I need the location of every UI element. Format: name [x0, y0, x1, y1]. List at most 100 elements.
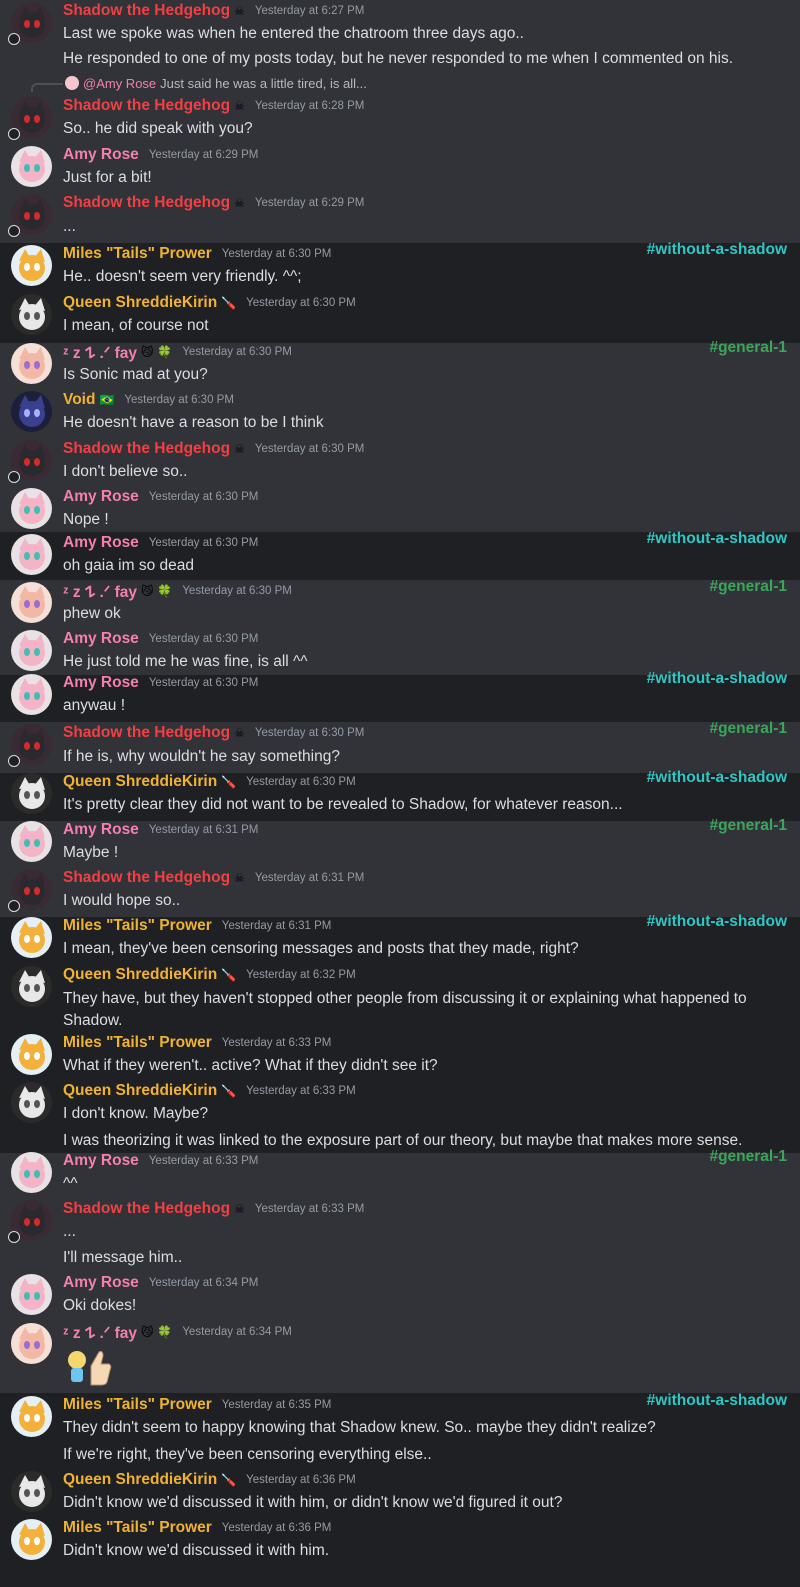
reply-preview[interactable]: @Amy Rose Just said he was a little tired…: [65, 74, 367, 92]
username[interactable]: Miles "Tails" Prower: [63, 1396, 212, 1414]
username[interactable]: Amy Rose: [63, 534, 139, 552]
timestamp[interactable]: Yesterday at 6:30 PM: [222, 248, 332, 260]
user-avatar[interactable]: [11, 582, 52, 623]
user-avatar[interactable]: [11, 343, 52, 384]
username[interactable]: Shadow the Hedgehog: [63, 724, 230, 742]
username[interactable]: Shadow the Hedgehog: [63, 440, 230, 458]
username[interactable]: ᶻ z 𐰁 .ᐟ fay: [63, 580, 137, 602]
username[interactable]: Shadow the Hedgehog: [63, 869, 230, 887]
username[interactable]: Miles "Tails" Prower: [63, 1034, 212, 1052]
user-avatar[interactable]: [11, 294, 52, 335]
user-avatar[interactable]: [11, 1396, 52, 1437]
timestamp[interactable]: Yesterday at 6:29 PM: [149, 149, 259, 161]
timestamp[interactable]: Yesterday at 6:36 PM: [222, 1522, 332, 1534]
user-avatar[interactable]: [11, 966, 52, 1007]
timestamp[interactable]: Yesterday at 6:30 PM: [149, 633, 259, 645]
timestamp[interactable]: Yesterday at 6:34 PM: [182, 1326, 292, 1338]
channel-link[interactable]: #without-a-shadow: [647, 241, 787, 259]
username[interactable]: Miles "Tails" Prower: [63, 917, 212, 935]
username[interactable]: Amy Rose: [63, 630, 139, 648]
user-avatar[interactable]: [11, 821, 52, 862]
timestamp[interactable]: Yesterday at 6:33 PM: [222, 1037, 332, 1049]
channel-link[interactable]: #without-a-shadow: [647, 913, 787, 931]
channel-link[interactable]: #general-1: [709, 578, 787, 596]
username[interactable]: Void: [63, 391, 95, 409]
username[interactable]: Amy Rose: [63, 488, 139, 506]
username[interactable]: Shadow the Hedgehog: [63, 2, 230, 20]
username[interactable]: Amy Rose: [63, 146, 139, 164]
timestamp[interactable]: Yesterday at 6:31 PM: [255, 872, 365, 884]
timestamp[interactable]: Yesterday at 6:30 PM: [149, 677, 259, 689]
username[interactable]: Queen ShreddieKirin: [63, 1082, 217, 1100]
channel-link[interactable]: #general-1: [709, 817, 787, 835]
timestamp[interactable]: Yesterday at 6:30 PM: [246, 297, 356, 309]
user-avatar[interactable]: [11, 1519, 52, 1560]
user-avatar[interactable]: [11, 630, 52, 671]
user-avatar[interactable]: [11, 1323, 52, 1364]
timestamp[interactable]: Yesterday at 6:33 PM: [149, 1155, 259, 1167]
timestamp[interactable]: Yesterday at 6:30 PM: [149, 537, 259, 549]
timestamp[interactable]: Yesterday at 6:33 PM: [246, 1085, 356, 1097]
username[interactable]: ᶻ z 𐰁 .ᐟ fay: [63, 341, 137, 363]
timestamp[interactable]: Yesterday at 6:30 PM: [182, 585, 292, 597]
timestamp[interactable]: Yesterday at 6:27 PM: [255, 5, 365, 17]
username[interactable]: Shadow the Hedgehog: [63, 97, 230, 115]
timestamp[interactable]: Yesterday at 6:31 PM: [222, 920, 332, 932]
user-avatar[interactable]: [11, 1274, 52, 1315]
username[interactable]: Amy Rose: [63, 1152, 139, 1170]
channel-link[interactable]: #general-1: [709, 339, 787, 357]
username[interactable]: Queen ShreddieKirin: [63, 773, 217, 791]
user-avatar[interactable]: [11, 917, 52, 958]
channel-link[interactable]: #without-a-shadow: [647, 530, 787, 548]
timestamp[interactable]: Yesterday at 6:33 PM: [255, 1203, 365, 1215]
message-text: What if they weren't.. active? What if t…: [63, 1057, 438, 1074]
timestamp[interactable]: Yesterday at 6:31 PM: [149, 824, 259, 836]
timestamp[interactable]: Yesterday at 6:30 PM: [149, 491, 259, 503]
timestamp[interactable]: Yesterday at 6:36 PM: [246, 1474, 356, 1486]
message-header: Amy Rose Yesterday at 6:31 PM: [63, 820, 258, 840]
channel-link[interactable]: #without-a-shadow: [647, 670, 787, 688]
username[interactable]: Queen ShreddieKirin: [63, 1471, 217, 1489]
username[interactable]: Miles "Tails" Prower: [63, 1519, 212, 1537]
user-avatar[interactable]: [11, 1471, 52, 1512]
timestamp[interactable]: Yesterday at 6:30 PM: [246, 776, 356, 788]
channel-link[interactable]: #general-1: [709, 720, 787, 738]
username[interactable]: Amy Rose: [63, 1274, 139, 1292]
username[interactable]: Shadow the Hedgehog: [63, 1200, 230, 1218]
user-avatar[interactable]: [11, 391, 52, 432]
message-text: I was theorizing it was linked to the ex…: [63, 1132, 743, 1149]
user-avatar[interactable]: [11, 245, 52, 286]
chat-log: Shadow the Hedgehog ☠ Yesterday at 6:27 PM…: [0, 0, 800, 1587]
channel-link[interactable]: #without-a-shadow: [647, 769, 787, 787]
username[interactable]: ᶻ z 𐰁 .ᐟ fay: [63, 1321, 137, 1343]
message-text: Maybe !: [63, 844, 119, 861]
user-avatar[interactable]: [11, 1082, 52, 1123]
timestamp[interactable]: Yesterday at 6:32 PM: [246, 969, 356, 981]
channel-link[interactable]: #without-a-shadow: [647, 1392, 787, 1410]
timestamp[interactable]: Yesterday at 6:35 PM: [222, 1399, 332, 1411]
username[interactable]: Queen ShreddieKirin: [63, 966, 217, 984]
user-avatar[interactable]: [11, 1034, 52, 1075]
channel-link[interactable]: #general-1: [709, 1148, 787, 1166]
username[interactable]: Amy Rose: [63, 821, 139, 839]
message-text: He.. doesn't seem very friendly. ^^;: [63, 268, 302, 285]
timestamp[interactable]: Yesterday at 6:30 PM: [124, 394, 234, 406]
user-avatar[interactable]: [11, 534, 52, 575]
timestamp[interactable]: Yesterday at 6:30 PM: [182, 346, 292, 358]
user-avatar[interactable]: [11, 146, 52, 187]
user-avatar[interactable]: [11, 773, 52, 814]
username[interactable]: Amy Rose: [63, 674, 139, 692]
timestamp[interactable]: Yesterday at 6:34 PM: [149, 1277, 259, 1289]
timestamp[interactable]: Yesterday at 6:30 PM: [255, 443, 365, 455]
user-avatar[interactable]: [11, 674, 52, 715]
user-avatar[interactable]: [11, 1152, 52, 1193]
user-avatar[interactable]: [11, 488, 52, 529]
username[interactable]: Miles "Tails" Prower: [63, 245, 212, 263]
timestamp[interactable]: Yesterday at 6:28 PM: [255, 100, 365, 112]
timestamp[interactable]: Yesterday at 6:30 PM: [255, 727, 365, 739]
username[interactable]: Shadow the Hedgehog: [63, 194, 230, 212]
timestamp[interactable]: Yesterday at 6:29 PM: [255, 197, 365, 209]
avatar-image: [11, 917, 52, 958]
username[interactable]: Queen ShreddieKirin: [63, 294, 217, 312]
reply-mention[interactable]: @Amy Rose: [83, 76, 156, 91]
